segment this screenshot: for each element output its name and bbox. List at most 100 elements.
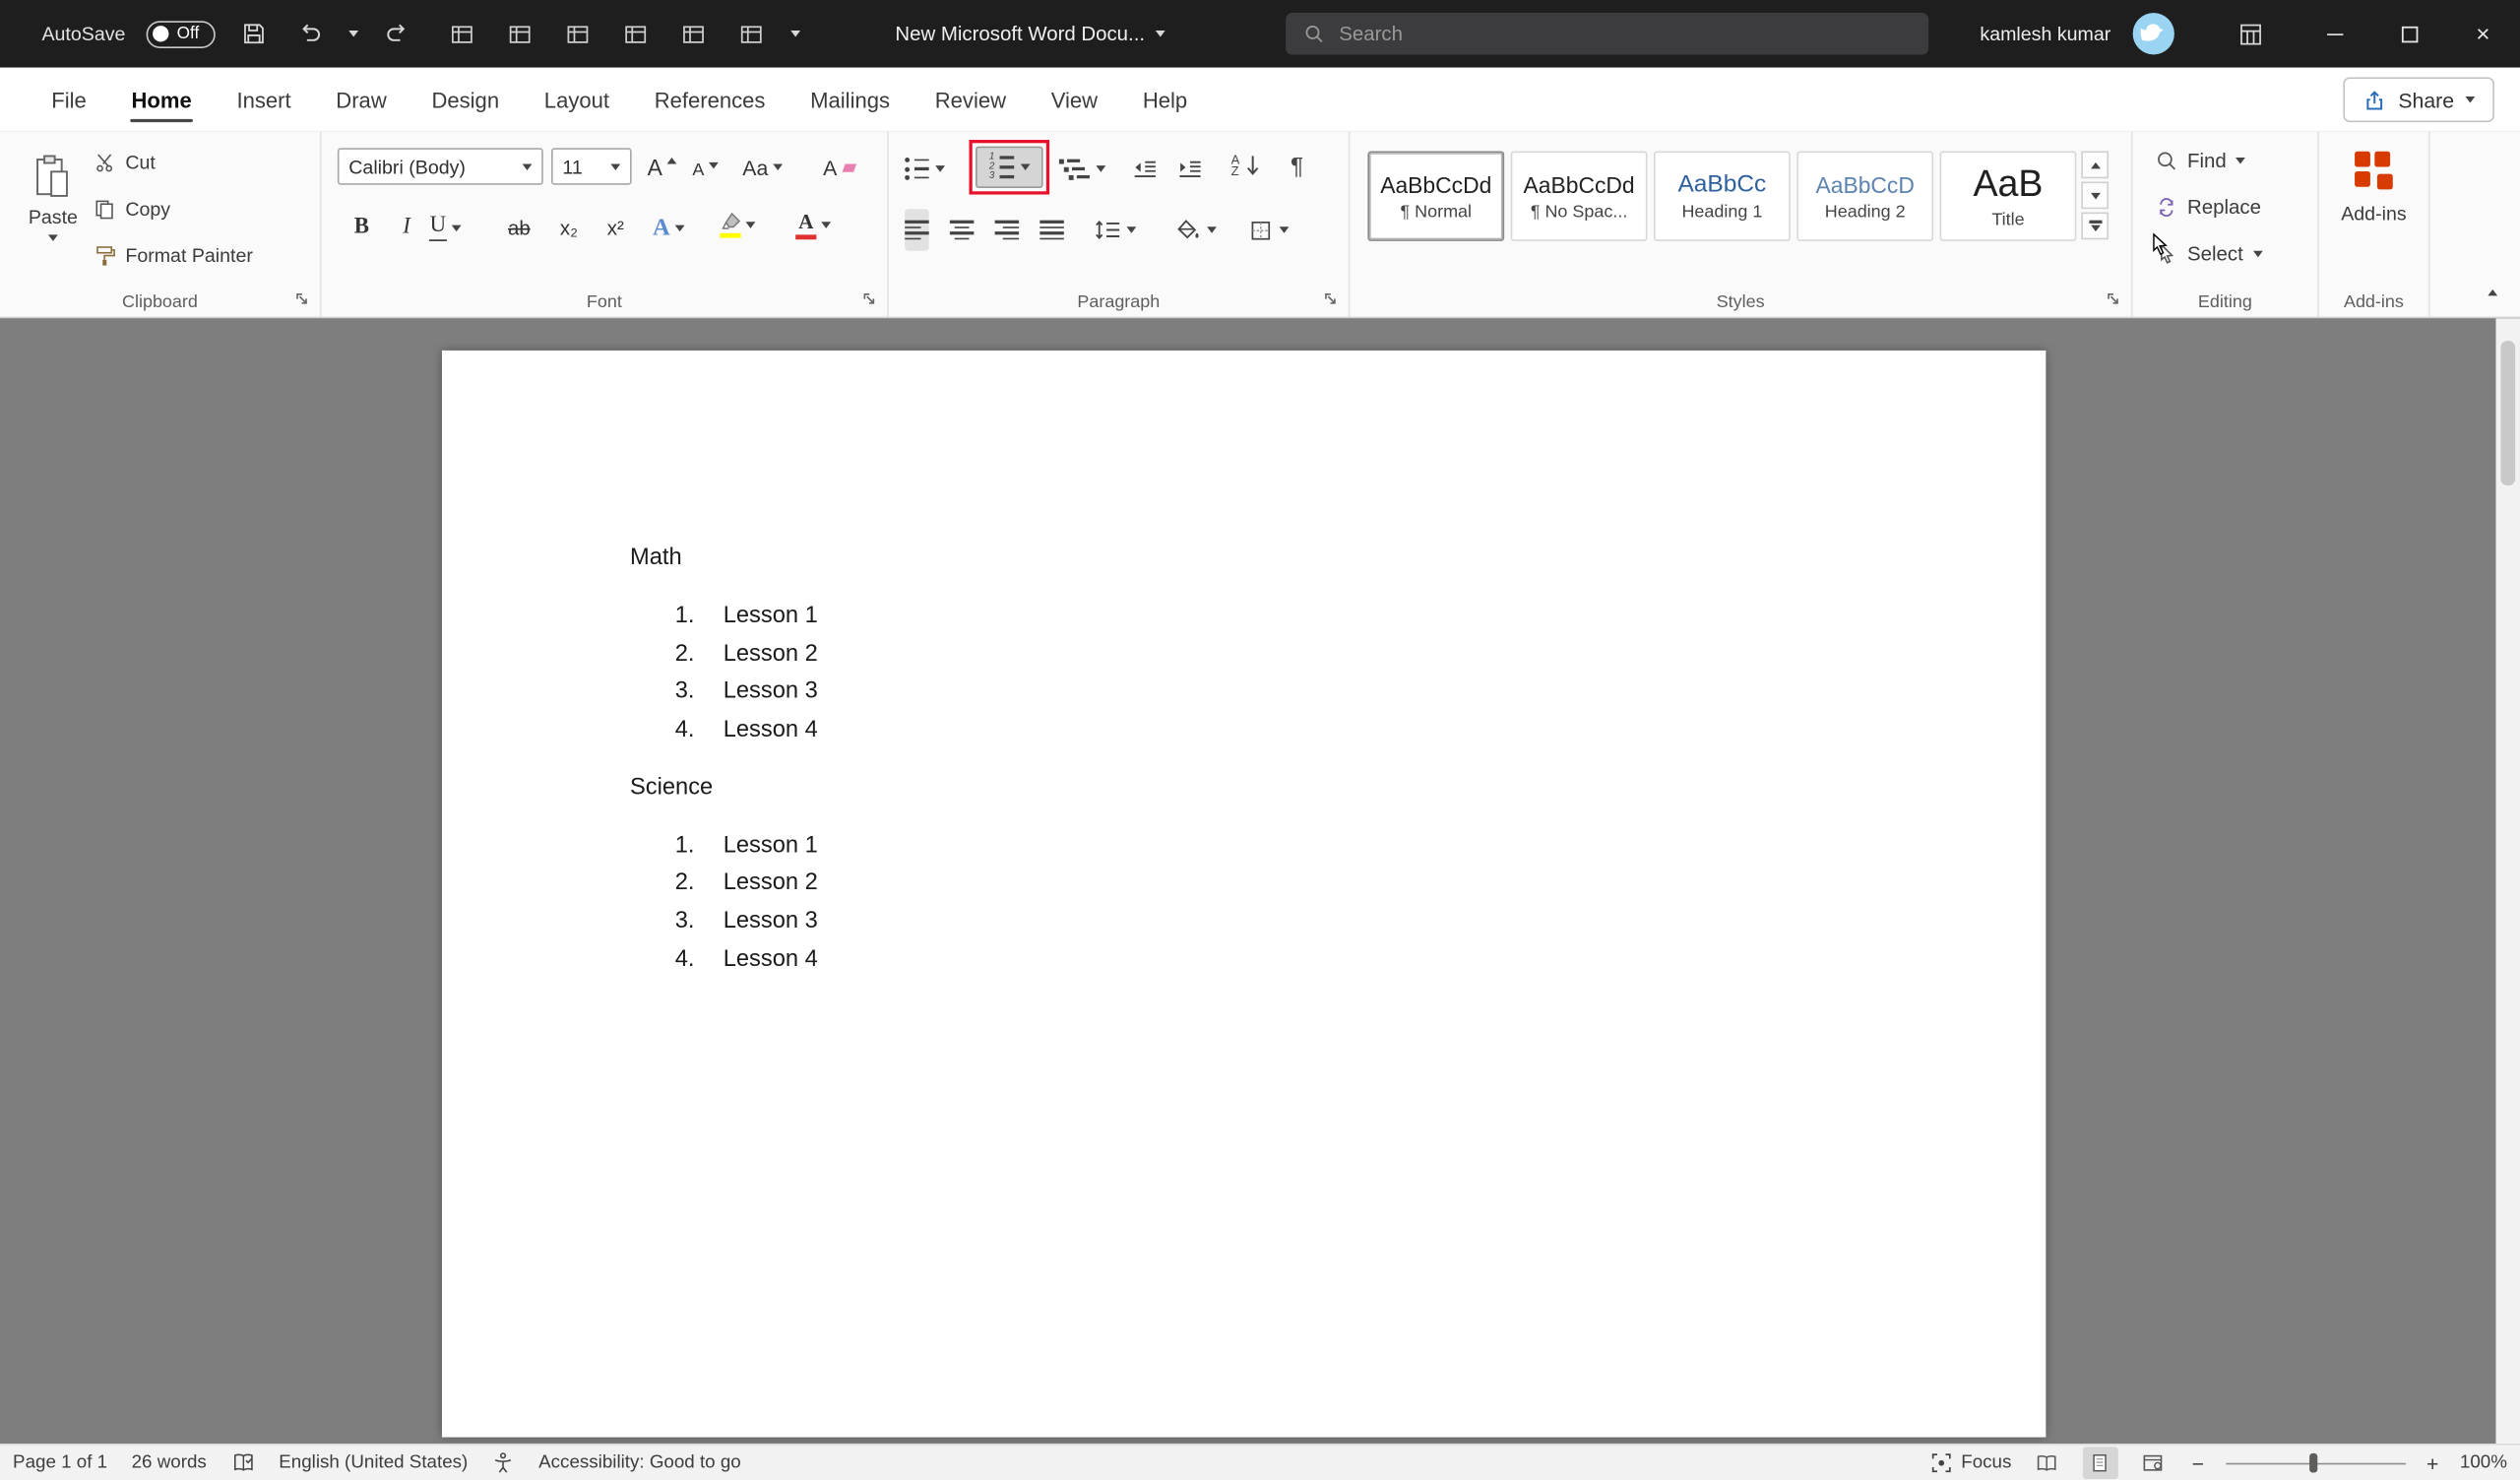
autosave-toggle[interactable]: Off (146, 20, 216, 48)
cut-button[interactable]: Cut (94, 145, 156, 180)
decrease-indent-button[interactable] (1133, 148, 1157, 189)
format-painter-button[interactable]: Format Painter (94, 238, 253, 274)
style-heading-1[interactable]: AaBbCc Heading 1 (1653, 151, 1791, 241)
print-layout-button[interactable] (2082, 1447, 2118, 1480)
align-center-button[interactable] (949, 209, 975, 250)
document-title-dropdown[interactable]: New Microsoft Word Docu... (895, 0, 1166, 68)
bullets-button[interactable] (905, 148, 945, 189)
text-effects-button[interactable]: A (651, 209, 686, 247)
qat-button-2[interactable] (503, 13, 538, 54)
paragraph-dialog-launcher[interactable] (1319, 288, 1342, 310)
close-button[interactable]: × (2446, 0, 2520, 68)
style-no-spacing[interactable]: AaBbCcDd ¶ No Spac... (1510, 151, 1648, 241)
numbering-button[interactable]: 1 2 3 (969, 140, 1050, 195)
styles-gallery-more-button[interactable] (2081, 212, 2110, 240)
zoom-out-button[interactable]: − (2188, 1450, 2208, 1474)
styles-scroll-down-button[interactable] (2081, 181, 2110, 210)
addins-button[interactable]: Add-ins (2319, 148, 2428, 225)
borders-button[interactable] (1249, 209, 1290, 250)
focus-mode-button[interactable]: Focus (1930, 1451, 2011, 1474)
sort-button[interactable]: AZ (1231, 145, 1261, 186)
align-right-button[interactable] (994, 209, 1020, 250)
user-avatar[interactable] (2133, 13, 2175, 55)
read-mode-button[interactable] (2029, 1447, 2064, 1479)
search-input[interactable] (1339, 22, 1912, 45)
qat-button-4[interactable] (618, 13, 654, 54)
vertical-scrollbar[interactable] (2495, 318, 2520, 1445)
web-layout-button[interactable] (2135, 1447, 2171, 1479)
ribbon-display-options-button[interactable] (2237, 0, 2265, 68)
undo-button[interactable] (292, 13, 328, 54)
search-box[interactable] (1286, 13, 1929, 55)
multilevel-list-button[interactable] (1058, 148, 1106, 189)
tab-review[interactable]: Review (913, 68, 1029, 132)
underline-button[interactable]: U (427, 209, 463, 247)
share-button[interactable]: Share (2343, 77, 2494, 123)
style-title[interactable]: AaB Title (1939, 151, 2077, 241)
qat-button-5[interactable] (676, 13, 712, 54)
shading-button[interactable] (1174, 209, 1217, 250)
qat-button-1[interactable] (445, 13, 480, 54)
copy-button[interactable]: Copy (94, 191, 170, 226)
collapse-ribbon-button[interactable] (2488, 275, 2498, 303)
qat-button-3[interactable] (561, 13, 597, 54)
qat-more-commands-button[interactable] (790, 31, 800, 37)
subscript-button[interactable]: x₂ (551, 209, 587, 247)
find-button[interactable]: Find (2155, 142, 2246, 180)
grow-font-button[interactable]: A (645, 148, 680, 186)
paste-button[interactable]: Paste (16, 142, 90, 290)
superscript-button[interactable]: x² (598, 209, 633, 247)
word-count-status[interactable]: 26 words (132, 1453, 207, 1473)
tab-insert[interactable]: Insert (215, 68, 314, 132)
undo-dropdown-button[interactable] (348, 31, 358, 37)
replace-button[interactable]: Replace (2155, 188, 2261, 226)
scrollbar-thumb[interactable] (2500, 341, 2516, 486)
styles-dialog-launcher[interactable] (2103, 288, 2125, 310)
font-dialog-launcher[interactable] (858, 288, 881, 310)
zoom-in-button[interactable]: + (2423, 1450, 2442, 1474)
show-hide-paragraph-button[interactable]: ¶ (1291, 145, 1303, 186)
language-status[interactable]: English (United States) (279, 1453, 468, 1473)
tab-references[interactable]: References (632, 68, 788, 132)
tab-draw[interactable]: Draw (313, 68, 409, 132)
clipboard-dialog-launcher[interactable] (291, 288, 314, 310)
save-button[interactable] (236, 13, 272, 54)
change-case-button[interactable]: Aa (742, 148, 783, 186)
maximize-button[interactable] (2372, 0, 2446, 68)
text-highlight-button[interactable] (720, 206, 756, 244)
font-name-combo[interactable]: Calibri (Body) (337, 148, 543, 185)
tab-file[interactable]: File (29, 68, 108, 132)
styles-scroll-up-button[interactable] (2081, 151, 2110, 179)
user-name[interactable]: kamlesh kumar (1980, 23, 2110, 45)
slider-thumb[interactable] (2308, 1452, 2317, 1473)
redo-button[interactable] (379, 13, 414, 54)
strikethrough-button[interactable]: ab (501, 209, 536, 247)
minimize-button[interactable] (2299, 0, 2372, 68)
page-number-status[interactable]: Page 1 of 1 (13, 1453, 107, 1473)
tab-mailings[interactable]: Mailings (788, 68, 913, 132)
tab-view[interactable]: View (1029, 68, 1120, 132)
tab-help[interactable]: Help (1120, 68, 1210, 132)
zoom-slider[interactable] (2225, 1451, 2406, 1474)
tab-home[interactable]: Home (109, 68, 215, 132)
font-color-button[interactable]: A (795, 206, 832, 244)
style-normal[interactable]: AaBbCcDd ¶ Normal (1367, 151, 1505, 241)
italic-button[interactable]: I (389, 209, 424, 247)
font-size-combo[interactable]: 11 (550, 148, 632, 185)
accessibility-checker-button[interactable] (492, 1451, 515, 1474)
shrink-font-button[interactable]: A (688, 151, 724, 189)
line-spacing-button[interactable] (1095, 209, 1137, 250)
justify-button[interactable] (1040, 209, 1064, 250)
bold-button[interactable]: B (344, 209, 379, 247)
clear-formatting-button[interactable]: A (821, 148, 856, 186)
tab-design[interactable]: Design (410, 68, 522, 132)
style-heading-2[interactable]: AaBbCcD Heading 2 (1796, 151, 1934, 241)
qat-button-6[interactable] (734, 13, 770, 54)
document-page[interactable]: Math 1. Lesson 1 2. Lesson 2 3. Lesson 3 4.… (441, 350, 2047, 1438)
proofing-check-button[interactable] (230, 1451, 254, 1474)
zoom-percentage[interactable]: 100% (2460, 1453, 2507, 1473)
increase-indent-button[interactable] (1178, 148, 1202, 189)
tab-layout[interactable]: Layout (522, 68, 632, 132)
align-left-button[interactable] (905, 209, 929, 251)
accessibility-status[interactable]: Accessibility: Good to go (538, 1453, 741, 1473)
